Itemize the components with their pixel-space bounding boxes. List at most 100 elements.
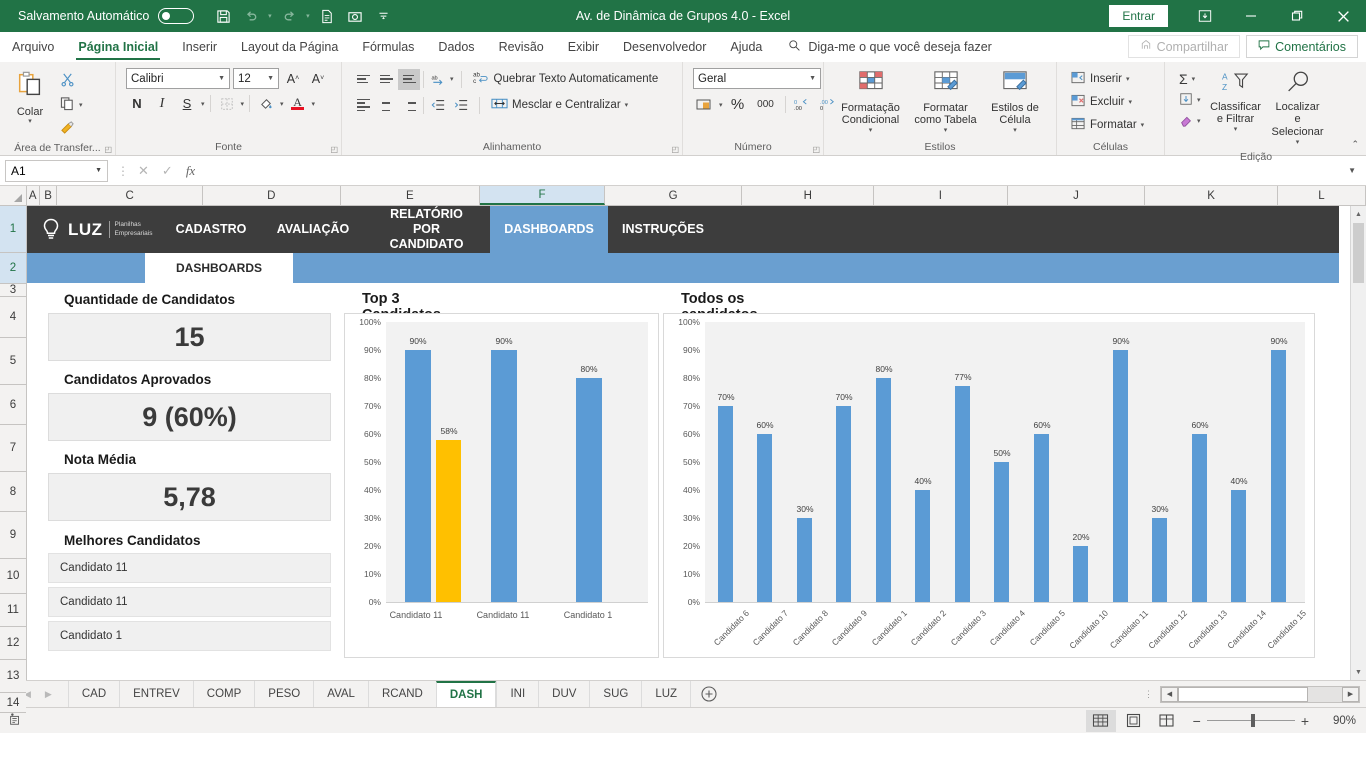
zoom-track[interactable]	[1206, 714, 1295, 727]
col-header-C[interactable]: C	[57, 186, 203, 205]
row-header-4[interactable]: 4	[0, 297, 26, 338]
borders-button[interactable]	[216, 93, 238, 114]
autosum-button[interactable]: Σ ▾	[1175, 69, 1205, 89]
alignment-dialog-launcher-icon[interactable]: ◰	[671, 145, 679, 154]
insert-cells-button[interactable]: Inserir ▾	[1067, 68, 1133, 90]
format-dropdown-icon[interactable]: ▾	[1141, 121, 1145, 129]
tab-layout-da-pagina[interactable]: Layout da Página	[229, 32, 350, 61]
cell-styles-dropdown-icon[interactable]: ▾	[1013, 127, 1017, 135]
expand-formula-bar-icon[interactable]: ▼	[1340, 166, 1364, 175]
font-size-combo[interactable]: 12 ▼	[233, 68, 279, 89]
scroll-up-icon[interactable]: ▲	[1351, 206, 1366, 222]
col-header-G[interactable]: G	[604, 186, 743, 205]
col-header-I[interactable]: I	[874, 186, 1008, 205]
autosum-dropdown-icon[interactable]: ▾	[1192, 75, 1196, 83]
camera-icon[interactable]	[342, 4, 368, 28]
zoom-out-button[interactable]: −	[1193, 713, 1201, 729]
cancel-formula-icon[interactable]: ✕	[138, 163, 149, 179]
row-header-5[interactable]: 5	[0, 338, 26, 385]
orientation-dropdown-icon[interactable]: ▾	[450, 75, 454, 83]
table-dropdown-icon[interactable]: ▾	[944, 127, 948, 135]
delete-cells-button[interactable]: Excluir ▾	[1067, 91, 1136, 113]
close-button[interactable]	[1320, 0, 1366, 32]
paste-dropdown-icon[interactable]: ▾	[28, 118, 32, 126]
minimize-button[interactable]	[1228, 0, 1274, 32]
tab-formulas[interactable]: Fórmulas	[350, 32, 426, 61]
comma-style-button[interactable]: 000	[753, 94, 779, 115]
wrap-text-button[interactable]: ab c Quebrar Texto Automaticamente	[469, 68, 663, 90]
clipboard-dialog-launcher-icon[interactable]: ◰	[104, 145, 112, 154]
merge-dropdown-icon[interactable]: ▾	[625, 101, 629, 109]
tab-split-handle[interactable]: ⋮	[1144, 689, 1154, 700]
restore-button[interactable]	[1274, 0, 1320, 32]
sheet-tab-dash[interactable]: DASH	[435, 681, 497, 707]
row-header-9[interactable]: 9	[0, 512, 26, 559]
tab-inserir[interactable]: Inserir	[170, 32, 229, 61]
tell-me-box[interactable]: Diga-me o que você deseja fazer	[774, 32, 992, 61]
redo-icon[interactable]	[276, 4, 302, 28]
comments-button[interactable]: Comentários	[1246, 35, 1358, 58]
insert-function-icon[interactable]: fx	[186, 163, 195, 179]
align-right-button[interactable]	[398, 95, 420, 116]
row-header-7[interactable]: 7	[0, 425, 26, 472]
zoom-slider[interactable]: − +	[1193, 713, 1309, 729]
col-header-D[interactable]: D	[202, 186, 341, 205]
row-header-14[interactable]: 14	[0, 693, 26, 713]
col-header-L[interactable]: L	[1277, 186, 1366, 205]
conditional-formatting-button[interactable]: Formatação Condicional ▾	[834, 68, 907, 137]
page-layout-icon[interactable]	[1119, 710, 1149, 732]
nav-item-dashboards[interactable]: DASHBOARDS	[490, 206, 608, 253]
paste-button[interactable]: Colar ▾	[4, 68, 56, 128]
chart-top3-frame[interactable]: 100% 90% 80% 70% 60% 50% 40% 30% 20% 10%…	[344, 313, 659, 658]
share-button[interactable]: Compartilhar	[1127, 35, 1241, 58]
normal-view-icon[interactable]	[1085, 709, 1116, 732]
find-select-button[interactable]: Localizar e Selecionar ▾	[1267, 68, 1329, 149]
tab-arquivo[interactable]: Arquivo	[0, 32, 66, 61]
align-left-button[interactable]	[352, 95, 374, 116]
sheet-tab-sug[interactable]: SUG	[589, 681, 642, 707]
col-header-H[interactable]: H	[742, 186, 875, 205]
clear-dropdown-icon[interactable]: ▾	[1197, 117, 1201, 125]
fill-button[interactable]: ▾	[1175, 90, 1205, 110]
cell-styles-button[interactable]: Estilos de Célula ▾	[984, 68, 1046, 137]
horizontal-scrollbar[interactable]: ◀ ▶	[1160, 685, 1360, 703]
conditional-dropdown-icon[interactable]: ▾	[869, 127, 873, 135]
name-box[interactable]: A1 ▼	[5, 159, 108, 182]
row-header-10[interactable]: 10	[0, 559, 26, 594]
ribbon-display-options-icon[interactable]	[1182, 0, 1228, 32]
scroll-right-icon[interactable]: ▶	[1342, 686, 1359, 702]
tab-desenvolvedor[interactable]: Desenvolvedor	[611, 32, 718, 61]
zoom-level-label[interactable]: 90%	[1320, 715, 1356, 727]
fill-color-button[interactable]	[255, 93, 277, 114]
tab-ajuda[interactable]: Ajuda	[718, 32, 774, 61]
align-bottom-button[interactable]	[398, 68, 420, 90]
percent-style-button[interactable]: %	[727, 94, 749, 115]
clear-button[interactable]: ▾	[1175, 111, 1205, 131]
confirm-formula-icon[interactable]: ✓	[162, 163, 173, 179]
save-icon[interactable]	[210, 4, 236, 28]
col-header-B[interactable]: B	[39, 186, 58, 205]
decrease-font-size-button[interactable]: A ˅	[307, 68, 329, 89]
page-break-preview-icon[interactable]	[1152, 710, 1182, 732]
col-header-E[interactable]: E	[340, 186, 481, 205]
chart-all-frame[interactable]: 100% 90% 80% 70% 60% 50% 40% 30% 20% 10%…	[663, 313, 1315, 658]
increase-font-size-button[interactable]: A ˄	[282, 68, 304, 89]
currency-button[interactable]	[693, 94, 715, 115]
font-dialog-launcher-icon[interactable]: ◰	[330, 145, 338, 154]
merge-center-button[interactable]: Mesclar e Centralizar ▾	[487, 94, 632, 116]
underline-dropdown-icon[interactable]: ▾	[201, 100, 205, 108]
tab-dados[interactable]: Dados	[426, 32, 486, 61]
undo-dropdown-icon[interactable]: ▾	[265, 4, 274, 28]
delete-dropdown-icon[interactable]: ▾	[1129, 98, 1133, 106]
sheet-tab-comp[interactable]: COMP	[192, 681, 255, 707]
undo-icon[interactable]	[238, 4, 264, 28]
accessibility-icon[interactable]	[8, 712, 22, 729]
col-header-F[interactable]: F	[480, 186, 605, 205]
font-color-dropdown-icon[interactable]: ▾	[312, 100, 316, 108]
sheet-tab-entrev[interactable]: ENTREV	[119, 681, 193, 707]
sheet-tab-duv[interactable]: DUV	[538, 681, 590, 707]
insert-dropdown-icon[interactable]: ▾	[1126, 75, 1130, 83]
tab-revisao[interactable]: Revisão	[487, 32, 556, 61]
horizontal-scroll-thumb[interactable]	[1178, 686, 1308, 702]
sheet-tab-rcand[interactable]: RCAND	[367, 681, 436, 707]
